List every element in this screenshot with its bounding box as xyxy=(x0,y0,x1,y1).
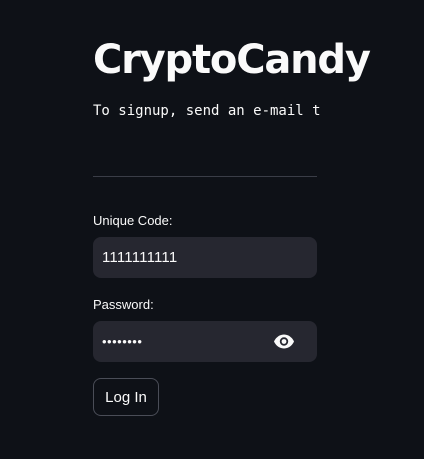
unique-code-label: Unique Code: xyxy=(93,213,173,228)
eye-icon[interactable] xyxy=(273,333,295,350)
signup-instructions: To signup, send an e-mail t xyxy=(93,103,321,119)
unique-code-value: 1111111111 xyxy=(102,249,178,266)
password-label: Password: xyxy=(93,297,154,312)
app-title: CryptoCandy xyxy=(93,37,371,83)
unique-code-input[interactable]: 1111111111 xyxy=(93,237,317,278)
divider xyxy=(93,176,317,177)
login-button[interactable]: Log In xyxy=(93,378,159,416)
password-input[interactable]: •••••••• xyxy=(93,321,317,362)
